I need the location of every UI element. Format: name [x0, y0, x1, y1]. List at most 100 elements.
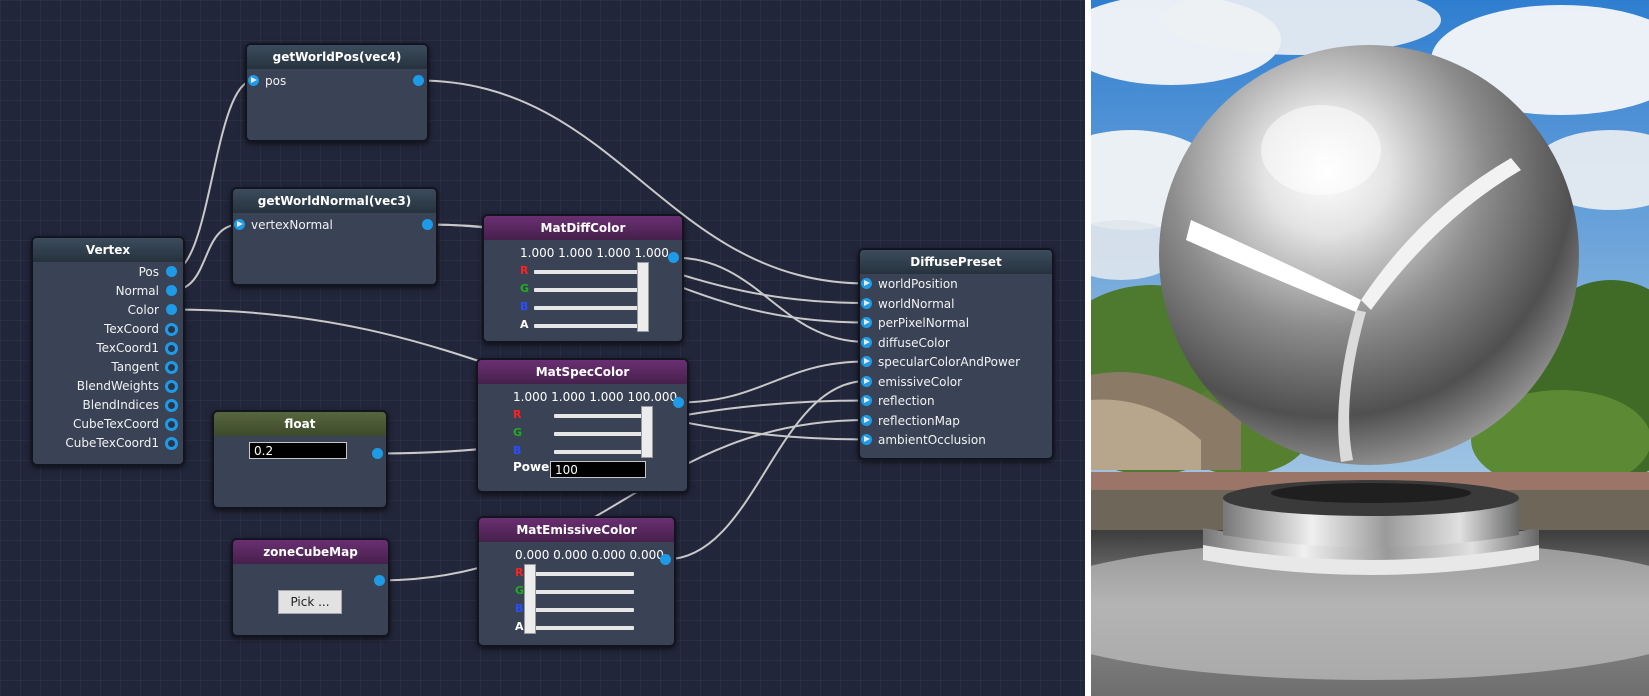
input-connector-specularcolorandpower[interactable] — [861, 356, 872, 367]
output-connector-matemissivecolor[interactable] — [660, 554, 671, 565]
channel-label-a: A — [520, 318, 529, 331]
output-port-tangent[interactable]: Tangent — [111, 358, 159, 376]
input-port-specularcolorandpower[interactable]: specularColorAndPower — [878, 353, 1020, 371]
port-label: BlendWeights — [76, 379, 159, 393]
material-preview-viewport[interactable] — [1091, 0, 1649, 696]
slider-thumb[interactable] — [524, 564, 536, 634]
node-title: MatSpecColor — [478, 360, 687, 384]
pick-button[interactable]: Pick ... — [278, 590, 342, 614]
slider-track-b[interactable] — [524, 608, 634, 612]
node-title: MatDiffColor — [484, 216, 682, 240]
input-port-vertexnormal[interactable]: vertexNormal — [251, 216, 333, 234]
input-connector-reflectionmap[interactable] — [861, 414, 872, 426]
node-getworldnormal[interactable]: getWorldNormal(vec3) vertexNormal — [231, 187, 438, 286]
output-connector-matdiffcolor[interactable] — [668, 252, 679, 263]
output-connector-color[interactable] — [166, 304, 177, 315]
output-port-cubetexcoord[interactable]: CubeTexCoord — [73, 415, 159, 433]
port-label: TexCoord1 — [96, 341, 159, 355]
input-port-worldnormal[interactable]: worldNormal — [878, 295, 954, 313]
slider-track-a[interactable] — [524, 626, 634, 630]
node-matdiffcolor[interactable]: MatDiffColor 1.000 1.000 1.000 1.000 RGB… — [482, 214, 684, 343]
port-label: worldNormal — [878, 296, 955, 311]
output-port-blendweights[interactable]: BlendWeights — [77, 377, 159, 395]
power-input[interactable]: 100 — [550, 461, 646, 478]
node-zonecubemap[interactable]: zoneCubeMap Pick ... — [231, 538, 390, 637]
node-float[interactable]: float 0.2 — [212, 410, 388, 509]
input-port-worldposition[interactable]: worldPosition — [878, 275, 958, 293]
node-title: getWorldNormal(vec3) — [233, 189, 436, 213]
input-port-reflectionmap[interactable]: reflectionMap — [878, 412, 960, 430]
slider-track-g[interactable] — [554, 432, 651, 436]
node-getworldpos[interactable]: getWorldPos(vec4) pos — [245, 43, 429, 142]
slider-track-b[interactable] — [534, 306, 647, 310]
slider-track-r[interactable] — [554, 414, 651, 418]
output-connector-zonecubemap[interactable] — [374, 575, 385, 586]
node-matemissivecolor[interactable]: MatEmissiveColor 0.000 0.000 0.000 0.000… — [477, 516, 676, 647]
output-connector-float[interactable] — [372, 448, 383, 459]
output-port-pos[interactable]: Pos — [139, 263, 159, 281]
power-label: Power — [513, 460, 556, 474]
wire-10[interactable] — [665, 380, 867, 561]
output-port-blendindices[interactable]: BlendIndices — [83, 396, 160, 414]
output-connector-matspeccolor[interactable] — [673, 397, 684, 408]
input-connector-worldnormal[interactable] — [861, 297, 872, 309]
slider-thumb[interactable] — [641, 406, 653, 458]
channel-label-b: B — [520, 300, 529, 313]
node-matspeccolor[interactable]: MatSpecColor 1.000 1.000 1.000 100.000 R… — [476, 358, 689, 493]
input-connector-reflection[interactable] — [861, 395, 872, 406]
input-port-pos[interactable]: pos — [265, 72, 286, 90]
node-diffusepreset[interactable]: DiffusePreset worldPosition worldNormal pe… — [858, 248, 1054, 460]
node-graph-canvas[interactable]: getWorldPos(vec4) pos getWorldNormal(vec… — [0, 0, 1085, 696]
wire-7[interactable] — [678, 360, 867, 404]
port-label: TexCoord — [104, 322, 159, 336]
float-value-input[interactable]: 0.2 — [249, 442, 347, 459]
output-port-cubetexcoord1[interactable]: CubeTexCoord1 — [65, 434, 159, 452]
output-connector-blendindices[interactable] — [165, 399, 178, 412]
material-preview-render — [1091, 0, 1649, 696]
color-value: 1.000 1.000 1.000 100.000 — [513, 390, 678, 404]
node-title: zoneCubeMap — [233, 540, 388, 564]
output-connector-cubetexcoord[interactable] — [165, 418, 178, 431]
input-connector-vertexnormal[interactable] — [234, 219, 245, 230]
output-connector-pos[interactable] — [166, 266, 177, 277]
input-port-diffusecolor[interactable]: diffuseColor — [878, 334, 950, 352]
input-connector-diffusecolor[interactable] — [861, 336, 872, 348]
output-connector-getworldpos[interactable] — [413, 75, 424, 86]
output-connector-texcoord1[interactable] — [165, 342, 178, 355]
output-connector-normal[interactable] — [166, 285, 177, 296]
port-label: vertexNormal — [251, 218, 333, 232]
wire-6[interactable] — [673, 256, 867, 343]
port-label: BlendIndices — [82, 398, 160, 412]
output-connector-tangent[interactable] — [165, 361, 178, 374]
input-connector-ambientocclusion[interactable] — [861, 434, 872, 445]
input-port-emissivecolor[interactable]: emissiveColor — [878, 373, 962, 391]
slider-track-r[interactable] — [534, 270, 647, 274]
slider-track-g[interactable] — [534, 288, 647, 292]
node-vertex[interactable]: Vertex Pos Normal Color TexCoord TexCoord1 Ta… — [31, 236, 185, 466]
output-connector-blendweights[interactable] — [165, 380, 178, 393]
slider-thumb[interactable] — [637, 262, 649, 332]
output-port-texcoord1[interactable]: TexCoord1 — [96, 339, 159, 357]
input-connector-pos[interactable] — [248, 75, 259, 86]
output-connector-texcoord[interactable] — [165, 323, 178, 336]
output-port-normal[interactable]: Normal — [116, 282, 159, 300]
input-connector-worldposition[interactable] — [861, 278, 872, 289]
slider-track-r[interactable] — [524, 572, 634, 576]
port-label: diffuseColor — [878, 335, 950, 350]
node-title: DiffusePreset — [860, 250, 1052, 274]
output-connector-cubetexcoord1[interactable] — [165, 437, 178, 450]
port-label: Normal — [115, 284, 159, 298]
input-port-reflection[interactable]: reflection — [878, 392, 935, 410]
port-label: Pos — [138, 265, 159, 279]
slider-track-g[interactable] — [524, 590, 634, 594]
input-port-perpixelnormal[interactable]: perPixelNormal — [878, 314, 969, 332]
output-port-texcoord[interactable]: TexCoord — [104, 320, 159, 338]
input-connector-emissivecolor[interactable] — [861, 375, 872, 387]
slider-track-a[interactable] — [534, 324, 647, 328]
input-connector-perpixelnormal[interactable] — [861, 317, 872, 328]
color-value: 1.000 1.000 1.000 1.000 — [520, 246, 669, 260]
output-port-color[interactable]: Color — [128, 301, 159, 319]
input-port-ambientocclusion[interactable]: ambientOcclusion — [878, 431, 986, 449]
output-connector-getworldnormal[interactable] — [422, 219, 433, 230]
slider-track-b[interactable] — [554, 450, 651, 454]
